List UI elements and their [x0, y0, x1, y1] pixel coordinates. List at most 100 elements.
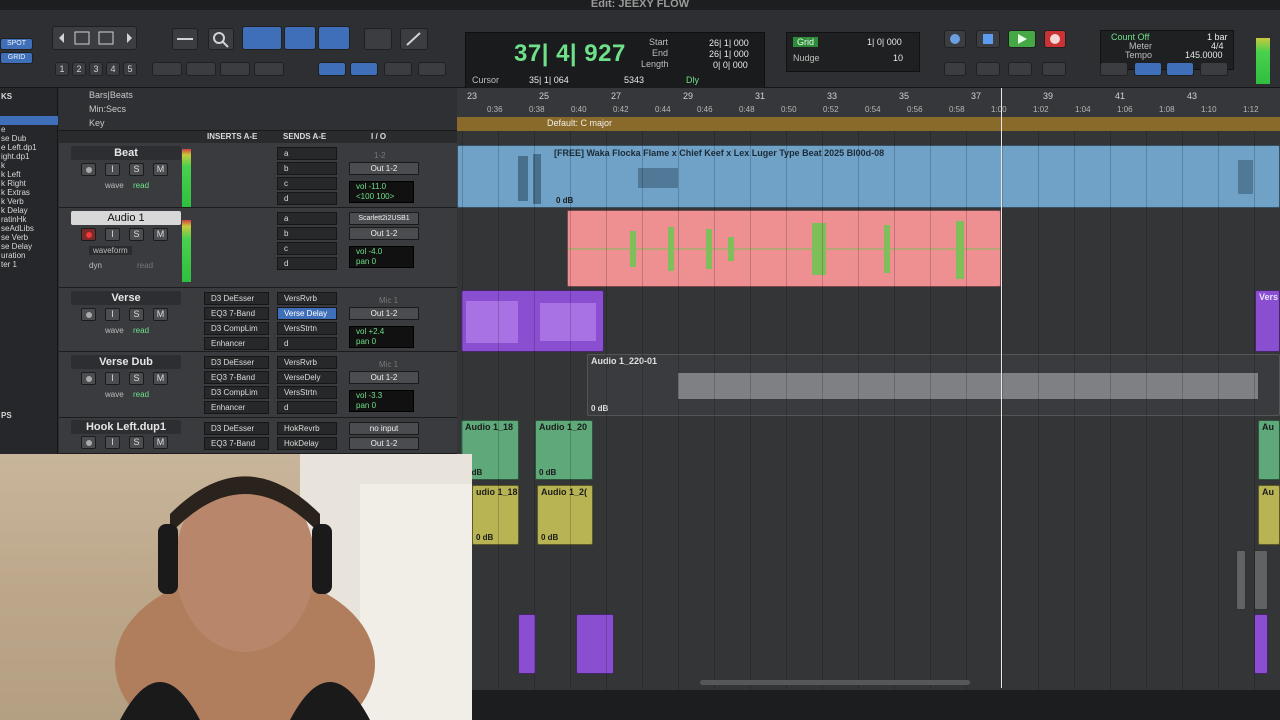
mute-button[interactable]: M: [153, 436, 168, 449]
output-selector[interactable]: Out 1-2: [349, 307, 419, 320]
send-slot[interactable]: HokDelay: [277, 437, 337, 450]
record-button[interactable]: [1044, 30, 1066, 48]
send-slot[interactable]: d: [277, 401, 337, 414]
view-selector[interactable]: wave: [105, 390, 124, 399]
zoom-preset-3[interactable]: 3: [89, 62, 103, 76]
input-monitor-button[interactable]: I: [105, 436, 120, 449]
track-name[interactable]: Beat: [71, 146, 181, 160]
mute-button[interactable]: M: [153, 163, 168, 176]
clip-verse-dub[interactable]: Audio 1_220-01 0 dB: [587, 354, 1280, 416]
online-icon[interactable]: [944, 30, 966, 48]
play-button[interactable]: [1008, 30, 1036, 48]
tracks-list-item[interactable]: e: [0, 125, 58, 134]
send-slot[interactable]: HokRevrb: [277, 422, 337, 435]
volume-value[interactable]: -4.0: [368, 247, 382, 256]
fast-forward-icon[interactable]: [1008, 62, 1032, 76]
scrubber-tool-icon[interactable]: [364, 28, 392, 50]
volume-value[interactable]: -11.0: [368, 182, 386, 191]
clip-beat[interactable]: [FREE] Waka Flocka Flame x Chief Keef x …: [457, 145, 1280, 208]
tracks-list-item[interactable]: k Delay: [0, 206, 58, 215]
output-selector[interactable]: Out 1-2: [349, 371, 419, 384]
solo-button[interactable]: S: [129, 228, 144, 241]
input-selector[interactable]: Scarlett2i2USB1: [349, 212, 419, 225]
view-selector[interactable]: wave: [105, 326, 124, 335]
link-timeline-icon[interactable]: [186, 62, 216, 76]
selector-tool-icon[interactable]: [284, 26, 316, 50]
key-signature[interactable]: Default: C major: [547, 118, 612, 128]
mute-button[interactable]: M: [153, 228, 168, 241]
tracks-list-item[interactable]: k Right: [0, 179, 58, 188]
mirror-midi-icon[interactable]: [318, 62, 346, 76]
go-to-end-icon[interactable]: [1042, 62, 1066, 76]
tracks-list-item[interactable]: ratinHk: [0, 215, 58, 224]
keyboard-focus-icon[interactable]: [384, 62, 412, 76]
clip-verse[interactable]: [461, 290, 604, 352]
track-beat[interactable]: Beat I S M wave read a b c d 1-2 Out 1-2…: [59, 143, 457, 208]
insert-slot[interactable]: EQ3 7-Band: [204, 307, 269, 320]
zoom-preset-2[interactable]: 2: [72, 62, 86, 76]
bars-beats-ruler-label[interactable]: Bars|Beats: [89, 90, 133, 100]
length-value[interactable]: 0| 0| 000: [713, 60, 748, 70]
send-slot[interactable]: VersRvrb: [277, 356, 337, 369]
input-selector[interactable]: Mic 1: [379, 296, 398, 305]
input-monitor-button[interactable]: I: [105, 228, 120, 241]
tracks-list-item[interactable]: ter 1: [0, 260, 58, 269]
send-slot[interactable]: Verse Delay: [277, 307, 337, 320]
track-name[interactable]: Hook Left.dup1: [71, 420, 181, 434]
stop-button[interactable]: [976, 30, 1000, 48]
automation-mode[interactable]: read: [133, 181, 149, 190]
zoom-preset-4[interactable]: 4: [106, 62, 120, 76]
clip-purple-small-2[interactable]: [576, 614, 614, 674]
midi-merge-icon[interactable]: [1200, 62, 1228, 76]
record-arm-button[interactable]: [81, 372, 96, 385]
solo-button[interactable]: S: [129, 372, 144, 385]
tracks-list-item[interactable]: k Extras: [0, 188, 58, 197]
link-track-icon[interactable]: [220, 62, 250, 76]
send-slot[interactable]: a: [277, 147, 337, 160]
volume-value[interactable]: +2.4: [368, 327, 384, 336]
output-selector[interactable]: Out 1-2: [349, 162, 419, 175]
click-icon[interactable]: [1134, 62, 1162, 76]
grid-toggle[interactable]: Grid: [793, 37, 819, 47]
volume-pan-display[interactable]: vol -4.0 pan 0: [349, 246, 414, 268]
horizontal-scrollbar[interactable]: [700, 680, 970, 685]
clip-gain[interactable]: 0 dB: [539, 468, 556, 477]
mute-button[interactable]: M: [153, 372, 168, 385]
tempo-value[interactable]: 145.0000: [1185, 50, 1223, 60]
tab-to-transient-icon[interactable]: [152, 62, 182, 76]
clip-gain[interactable]: 0 dB: [476, 533, 493, 542]
clip-audio-1-recording[interactable]: [567, 210, 1001, 287]
record-arm-button[interactable]: [81, 228, 96, 241]
solo-button[interactable]: S: [129, 163, 144, 176]
delay-compensation[interactable]: Dly: [686, 75, 699, 85]
insert-slot[interactable]: D3 CompLim: [204, 322, 269, 335]
clip-hook-dup-1[interactable]: udio 1_18( 0 dB: [472, 485, 519, 545]
start-value[interactable]: 26| 1| 000: [709, 38, 749, 48]
automation-mode[interactable]: read: [137, 261, 153, 270]
tracks-list-item[interactable]: k Left: [0, 170, 58, 179]
insert-slot[interactable]: EQ3 7-Band: [204, 371, 269, 384]
min-secs-ruler-label[interactable]: Min:Secs: [89, 104, 126, 114]
input-monitor-button[interactable]: I: [105, 372, 120, 385]
pan-value[interactable]: 0: [372, 257, 376, 266]
tracks-list-item[interactable]: k Verb: [0, 197, 58, 206]
nudge-value[interactable]: 10: [893, 53, 903, 63]
input-monitor-button[interactable]: I: [105, 308, 120, 321]
automation-follows-icon[interactable]: [350, 62, 378, 76]
zoom-preset-1[interactable]: 1: [55, 62, 69, 76]
track-name[interactable]: Verse: [71, 291, 181, 305]
output-selector[interactable]: Out 1-2: [349, 437, 419, 450]
output-selector[interactable]: Out 1-2: [349, 227, 419, 240]
send-slot[interactable]: VersRvrb: [277, 292, 337, 305]
pencil-tool-icon[interactable]: [400, 28, 428, 50]
insert-slot[interactable]: EQ3 7-Band: [204, 437, 269, 450]
send-slot[interactable]: b: [277, 227, 337, 240]
tracks-list-item[interactable]: se Dub: [0, 134, 58, 143]
send-slot[interactable]: d: [277, 337, 337, 350]
insert-slot[interactable]: D3 DeEsser: [204, 422, 269, 435]
mute-button[interactable]: M: [153, 308, 168, 321]
send-slot[interactable]: VersStrtn: [277, 322, 337, 335]
insertion-follows-icon[interactable]: [254, 62, 284, 76]
trim-tool-icon[interactable]: [242, 26, 282, 50]
record-arm-button[interactable]: [81, 308, 96, 321]
